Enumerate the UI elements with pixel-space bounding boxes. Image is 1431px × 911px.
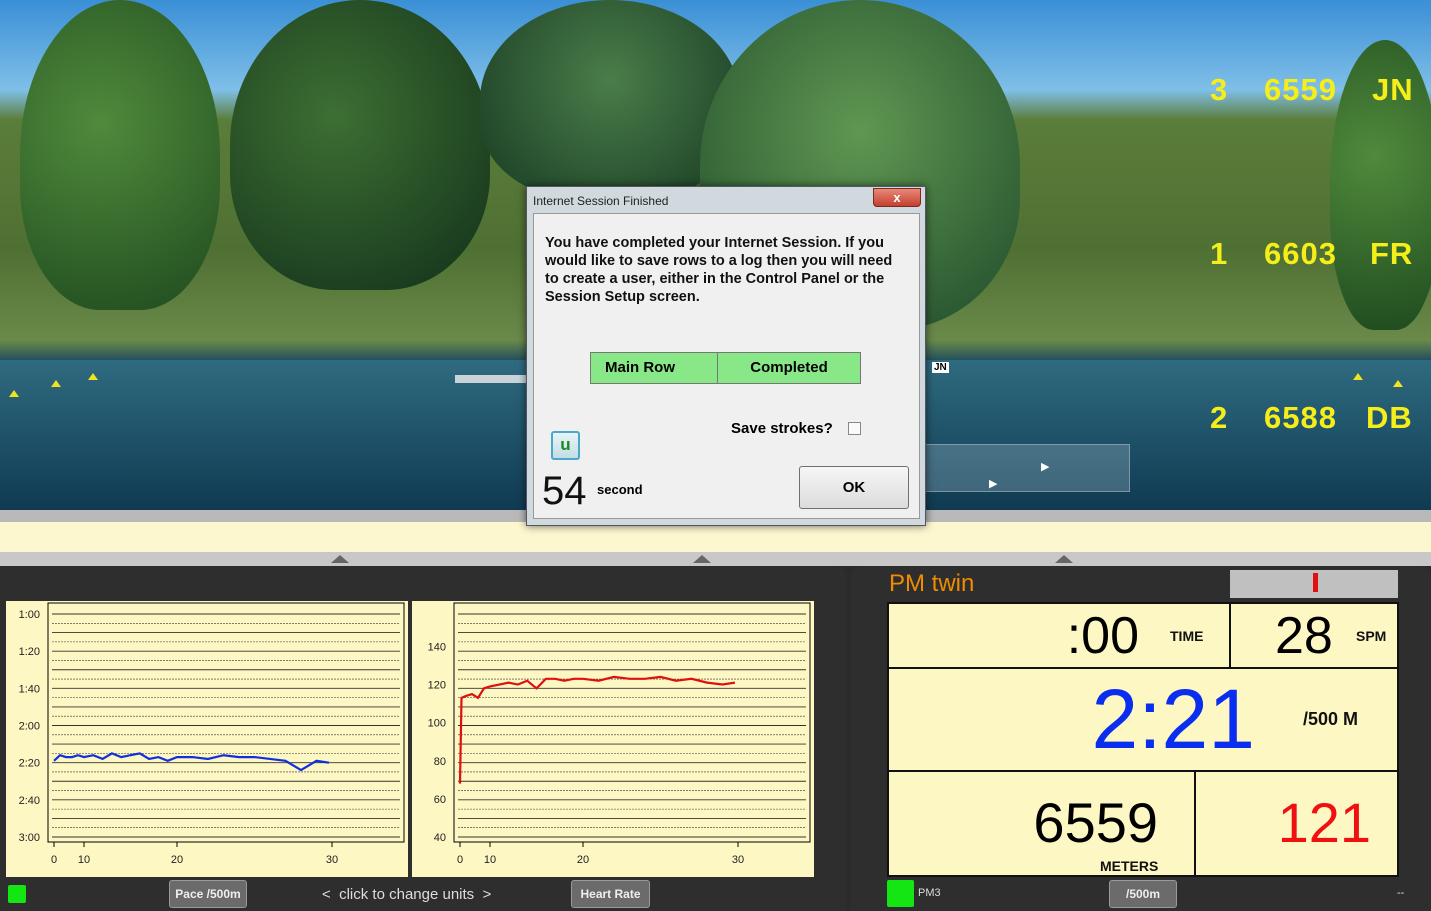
- y-tick-label: 140: [428, 641, 446, 653]
- pace-chart: 1:00 1:20 1:40 2:00 2:20 2:40 3:00 0 10 20 30: [6, 601, 408, 877]
- plot-frame: [453, 602, 811, 843]
- monitor-title: PM twin: [889, 570, 975, 597]
- boat-tag: JN: [932, 362, 949, 373]
- y-tick-label: 60: [434, 794, 446, 806]
- buoy-icon: [1393, 380, 1403, 387]
- y-tick-label: 2:40: [19, 795, 40, 807]
- place: 1: [1210, 236, 1229, 271]
- x-tick-label: 20: [171, 854, 183, 866]
- pm-model-label: PM3: [918, 887, 941, 899]
- meters: 6603: [1264, 236, 1337, 271]
- pace-units-button[interactable]: Pace /500m: [169, 880, 247, 908]
- force-meter: [1230, 570, 1398, 598]
- countdown-value: 54: [542, 469, 587, 513]
- status-indicator: [8, 885, 26, 903]
- message-bar: [0, 522, 1431, 552]
- buoy-icon: [88, 373, 98, 380]
- countdown-unit: second: [597, 482, 643, 497]
- change-units-hint[interactable]: < click to change units >: [322, 886, 491, 903]
- spm-cell: 28 SPM: [1229, 602, 1399, 669]
- splitter[interactable]: [0, 552, 1431, 566]
- close-button[interactable]: x: [873, 188, 921, 207]
- time-value: :00: [1066, 607, 1139, 665]
- x-tick-label: 30: [732, 854, 744, 866]
- heart-rate-button[interactable]: Heart Rate: [571, 880, 650, 908]
- y-tick-label: 100: [428, 718, 446, 730]
- series-line: [458, 675, 736, 784]
- monitor-extra: --: [1397, 887, 1405, 899]
- y-tick-label: 40: [434, 832, 446, 844]
- meters-label: METERS: [1100, 858, 1159, 874]
- boat-marker-icon: ▶: [989, 478, 998, 490]
- time-cell: :00 TIME: [887, 602, 1231, 669]
- plot-frame: [47, 602, 405, 843]
- boat-marker-icon: ▶: [1041, 461, 1050, 473]
- meters: 6559: [1264, 72, 1337, 107]
- x-tick-label: 30: [326, 854, 338, 866]
- heart-rate-value: 121: [1277, 791, 1371, 854]
- status-table-row-name: Main Row: [591, 353, 718, 383]
- series-line: [53, 752, 330, 772]
- x-tick-label: 0: [457, 854, 463, 866]
- save-strokes-checkbox[interactable]: [848, 422, 861, 435]
- rower-name: FR: [1370, 236, 1414, 271]
- meters: 6588: [1264, 400, 1337, 435]
- progress-track: ▶ ▶: [925, 444, 1130, 492]
- pace-value: 2:21: [1091, 672, 1256, 766]
- y-tick-label: 3:00: [19, 832, 40, 844]
- place: 3: [1210, 72, 1229, 107]
- rower-name: JN: [1372, 72, 1414, 107]
- expand-arrow-icon[interactable]: [693, 555, 711, 563]
- status-table-row-status: Completed: [750, 359, 828, 376]
- buoy-icon: [51, 380, 61, 387]
- x-tick-label: 10: [484, 854, 496, 866]
- place: 2: [1210, 400, 1229, 435]
- tree: [230, 0, 490, 290]
- heart-rate-cell: 121: [1194, 770, 1399, 877]
- session-finished-dialog: Internet Session Finished x You have com…: [526, 186, 926, 526]
- dialog-message: You have completed your Internet Session…: [545, 235, 893, 305]
- u-button[interactable]: u: [551, 431, 580, 460]
- ok-button[interactable]: OK: [799, 466, 909, 509]
- heart-rate-chart: 40 60 80 100 120 140 0 10 20 30: [412, 601, 814, 877]
- x-tick-label: 10: [78, 854, 90, 866]
- meters-cell: 6559 METERS: [887, 770, 1196, 877]
- pace-label: /500 M: [1303, 709, 1359, 729]
- time-label: TIME: [1170, 628, 1204, 644]
- force-marker: [1313, 573, 1318, 592]
- boat: [455, 375, 535, 383]
- y-tick-label: 1:20: [19, 646, 40, 658]
- dialog-title: Internet Session Finished: [533, 194, 669, 208]
- spm-label: SPM: [1356, 628, 1387, 644]
- status-table: Main Row Completed: [590, 352, 861, 384]
- y-tick-label: 120: [428, 680, 446, 692]
- expand-arrow-icon[interactable]: [1055, 555, 1073, 563]
- meters-value: 6559: [1033, 791, 1158, 854]
- buoy-icon: [1353, 373, 1363, 380]
- tree: [20, 0, 220, 310]
- y-tick-label: 2:00: [19, 721, 40, 733]
- x-tick-label: 0: [51, 854, 57, 866]
- pace-cell: 2:21 /500 M: [887, 667, 1399, 772]
- save-strokes-label: Save strokes?: [731, 420, 833, 437]
- connection-indicator: [887, 880, 914, 907]
- y-tick-label: 1:00: [19, 609, 40, 621]
- y-tick-label: 2:20: [19, 758, 40, 770]
- rower-name: DB: [1366, 400, 1413, 435]
- buoy-icon: [9, 390, 19, 397]
- dialog-body: You have completed your Internet Session…: [533, 213, 920, 519]
- y-tick-label: 80: [434, 756, 446, 768]
- spm-value: 28: [1275, 607, 1333, 665]
- x-tick-label: 20: [577, 854, 589, 866]
- monitor-units-button[interactable]: /500m: [1109, 880, 1177, 908]
- y-tick-label: 1:40: [19, 683, 40, 695]
- expand-arrow-icon[interactable]: [331, 555, 349, 563]
